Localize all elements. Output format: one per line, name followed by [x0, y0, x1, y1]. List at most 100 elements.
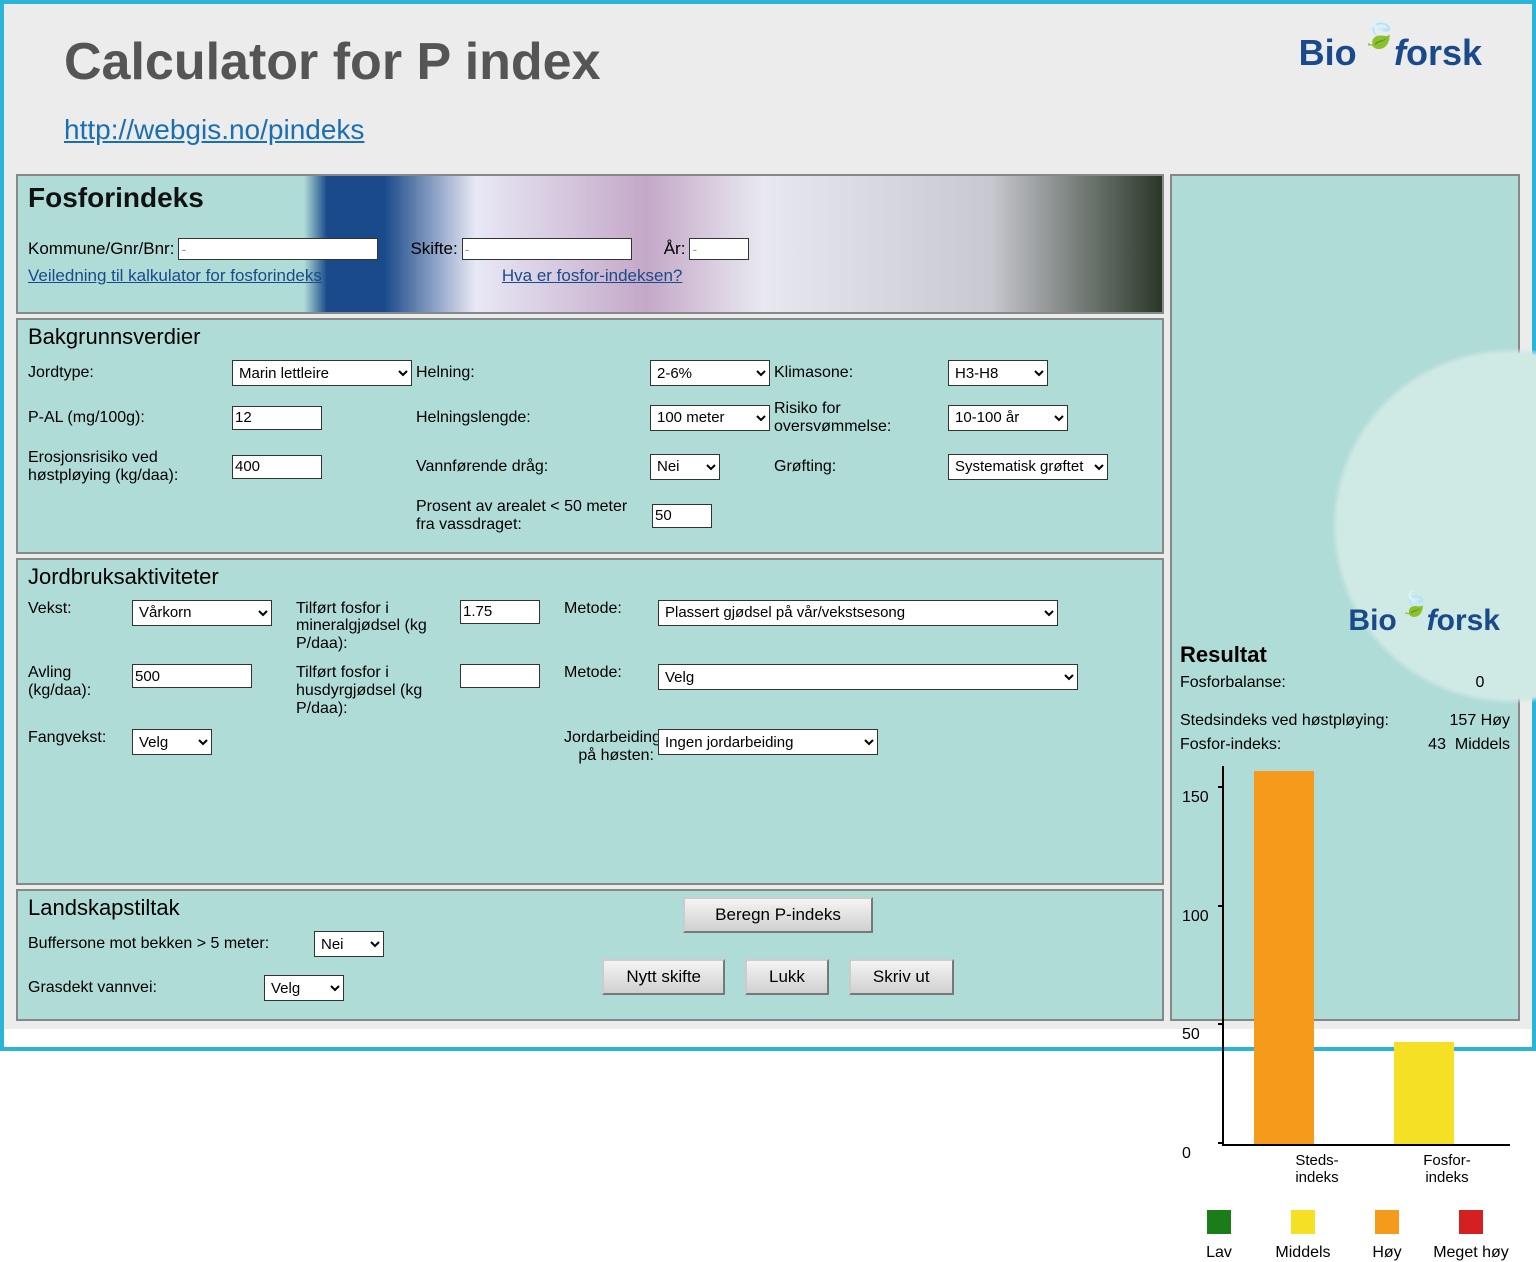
erosjon-label: Erosjonsrisiko ved høstpløying (kg/daa): — [28, 449, 228, 484]
helningslengde-select[interactable]: 100 meter — [650, 405, 770, 431]
swatch-hoy — [1375, 1210, 1399, 1234]
fosforbalanse-label: Fosforbalanse: — [1180, 674, 1286, 692]
logo-prefix: Bio — [1299, 32, 1357, 73]
jordtype-label: Jordtype: — [28, 364, 228, 382]
mineral-input[interactable] — [460, 600, 540, 624]
grasdekt-label: Grasdekt vannvei: — [28, 979, 258, 997]
vekst-select[interactable]: Vårkorn — [132, 600, 272, 626]
chart-tick: 100 — [1182, 908, 1209, 926]
helningslengde-label: Helningslengde: — [416, 409, 646, 427]
chart-tick: 150 — [1182, 789, 1209, 807]
bakgrunn-title: Bakgrunnsverdier — [28, 324, 1152, 350]
swatch-middels — [1291, 1210, 1315, 1234]
husdyr-label: Tilført fosfor i husdyrgjødsel (kg P/daa… — [296, 664, 456, 717]
landskap-panel: Landskapstiltak Buffersone mot bekken > … — [16, 889, 1164, 1021]
skriv-ut-button[interactable]: Skriv ut — [849, 959, 954, 995]
app-frame: Calculator for P index http://webgis.no/… — [0, 0, 1536, 1051]
stedsindeks-cat: Høy — [1481, 712, 1510, 729]
buffer-select[interactable]: Nei — [314, 931, 384, 957]
source-url-link[interactable]: http://webgis.no/pindeks — [64, 114, 364, 145]
landskap-title: Landskapstiltak — [28, 895, 384, 921]
chart-tick: 50 — [1182, 1026, 1200, 1044]
vannforende-label: Vannførende dråg: — [416, 458, 646, 476]
beregn-button[interactable]: Beregn P-indeks — [683, 897, 873, 933]
kommune-input[interactable] — [178, 238, 378, 260]
chart-tick: 0 — [1182, 1145, 1191, 1163]
bioforsk-logo: Bio🍃forsk — [1299, 32, 1482, 74]
risiko-label: Risiko for oversvømmelse: — [774, 400, 944, 435]
app-title: Fosforindeks — [28, 182, 1152, 214]
fangvekst-select[interactable]: Velg — [132, 729, 212, 755]
result-panel: Bio🍃forsk Resultat Fosforbalanse: 0 Sted… — [1170, 174, 1520, 1021]
banner-panel: Fosforindeks Kommune/Gnr/Bnr: Skifte: År… — [16, 174, 1164, 314]
erosjon-input[interactable] — [232, 455, 322, 479]
legend: Lav Middels Høy Meget høy — [1180, 1210, 1510, 1262]
stedsindeks-label: Stedsindeks ved høstpløying: — [1180, 712, 1389, 730]
guide-link[interactable]: Veiledning til kalkulator for fosforinde… — [28, 266, 322, 286]
chart-bar — [1394, 1042, 1454, 1144]
pal-input[interactable] — [232, 406, 322, 430]
decorative-swoosh — [1300, 316, 1536, 736]
bioforsk-logo-small: Bio🍃forsk — [1180, 596, 1510, 638]
aar-input[interactable] — [689, 238, 749, 260]
avling-label: Avling (kg/daa): — [28, 664, 128, 699]
left-column: Fosforindeks Kommune/Gnr/Bnr: Skifte: År… — [16, 174, 1164, 1021]
jordbruk-panel: Jordbruksaktiviteter Vekst: Vårkorn Tilf… — [16, 558, 1164, 885]
result-chart: 050100150 Steds- indeks Fosfor- indeks — [1180, 766, 1510, 1186]
info-link[interactable]: Hva er fosfor-indeksen? — [502, 266, 682, 286]
legend-hoy: Høy — [1348, 1244, 1426, 1262]
main-area: Fosforindeks Kommune/Gnr/Bnr: Skifte: År… — [4, 166, 1532, 1029]
husdyr-input[interactable] — [460, 664, 540, 688]
metode2-select[interactable]: Velg — [658, 664, 1078, 690]
lukk-button[interactable]: Lukk — [745, 959, 829, 995]
metode1-select[interactable]: Plassert gjødsel på vår/vekstsesong — [658, 600, 1058, 626]
grofting-label: Grøfting: — [774, 458, 944, 476]
avling-input[interactable] — [132, 664, 252, 688]
chart-canvas: 050100150 — [1222, 766, 1510, 1146]
bar1-label: Steds- indeks — [1282, 1152, 1352, 1186]
pal-label: P-AL (mg/100g): — [28, 409, 228, 427]
page-header: Calculator for P index http://webgis.no/… — [4, 4, 1532, 166]
swatch-meget — [1459, 1210, 1483, 1234]
bar2-label: Fosfor- indeks — [1412, 1152, 1482, 1186]
jordbruk-title: Jordbruksaktiviteter — [28, 564, 1152, 590]
page-title: Calculator for P index — [64, 32, 601, 92]
risiko-select[interactable]: 10-100 år — [948, 405, 1068, 431]
result-title: Resultat — [1180, 642, 1510, 668]
prosent-input[interactable] — [652, 504, 712, 528]
aar-label: År: — [664, 239, 686, 259]
vannforende-select[interactable]: Nei — [650, 454, 720, 480]
fosforindeks-label: Fosfor-indeks: — [1180, 736, 1281, 754]
grasdekt-select[interactable]: Velg — [264, 975, 344, 1001]
metode1-label: Metode: — [564, 600, 654, 618]
jordtype-select[interactable]: Marin lettleire — [232, 360, 412, 386]
nytt-skifte-button[interactable]: Nytt skifte — [602, 959, 725, 995]
skifte-input[interactable] — [462, 238, 632, 260]
header-left: Calculator for P index http://webgis.no/… — [64, 32, 601, 146]
logo-suffix: orsk — [1406, 32, 1482, 73]
leaf-icon: 🍃 — [1400, 591, 1430, 618]
legend-lav: Lav — [1180, 1244, 1258, 1262]
stedsindeks-value: 157 — [1450, 712, 1477, 729]
fosforbalanse-value: 0 — [1450, 674, 1510, 692]
swatch-lav — [1207, 1210, 1231, 1234]
fosforindeks-cat: Middels — [1455, 736, 1510, 753]
jordarbeid-select[interactable]: Ingen jordarbeiding — [658, 729, 878, 755]
skifte-label: Skifte: — [410, 239, 457, 259]
kommune-label: Kommune/Gnr/Bnr: — [28, 239, 174, 259]
vekst-label: Vekst: — [28, 600, 128, 618]
grofting-select[interactable]: Systematisk grøftet — [948, 454, 1108, 480]
fangvekst-label: Fangvekst: — [28, 729, 128, 747]
helning-label: Helning: — [416, 364, 646, 382]
fosforindeks-value: 43 — [1428, 736, 1446, 753]
legend-meget: Meget høy — [1432, 1244, 1510, 1262]
klimasone-select[interactable]: H3-H8 — [948, 360, 1048, 386]
klimasone-label: Klimasone: — [774, 364, 944, 382]
bakgrunn-panel: Bakgrunnsverdier Jordtype: Marin lettlei… — [16, 318, 1164, 554]
chart-bar — [1254, 771, 1314, 1144]
helning-select[interactable]: 2-6% — [650, 360, 770, 386]
metode2-label: Metode: — [564, 664, 654, 682]
legend-middels: Middels — [1264, 1244, 1342, 1262]
jordarbeid-label: Jordarbeiding på høsten: — [564, 729, 654, 764]
prosent-label: Prosent av arealet < 50 meter fra vassdr… — [416, 498, 646, 533]
